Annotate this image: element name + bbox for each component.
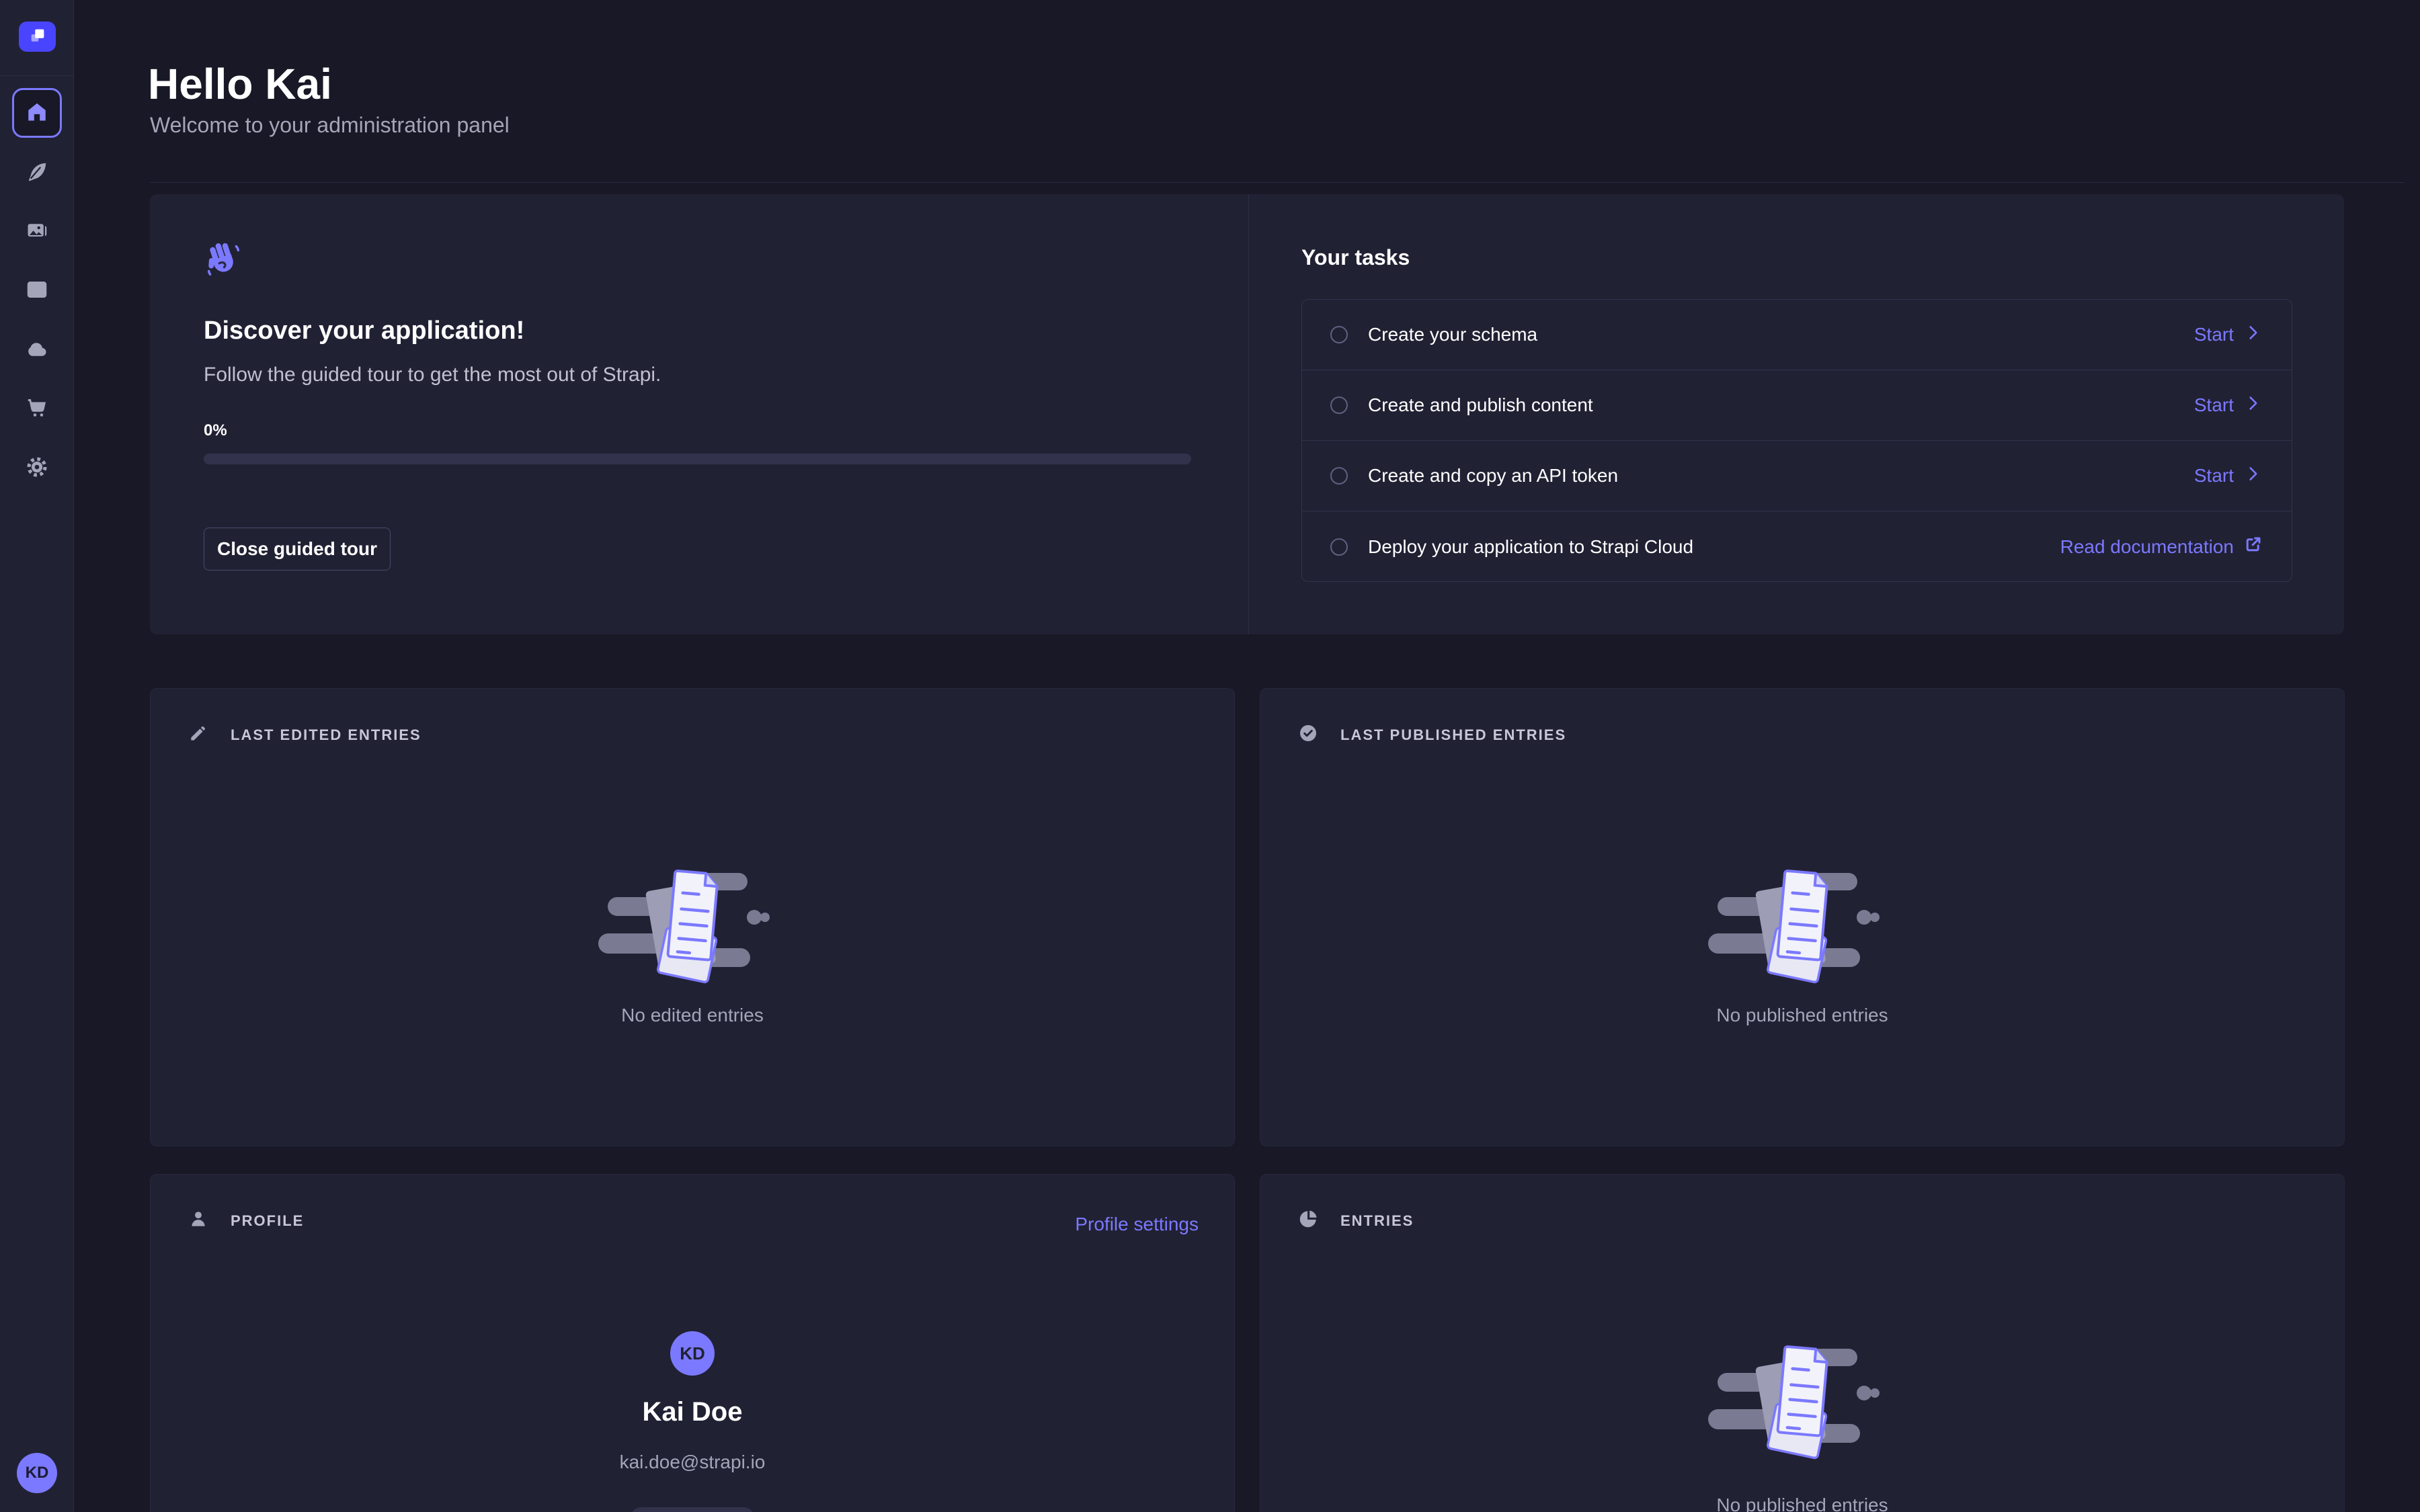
sidebar-item-settings[interactable]: [12, 443, 62, 493]
task-row[interactable]: Create and publish content Start: [1302, 370, 2292, 441]
guided-tour-panel: Discover your application! Follow the gu…: [150, 194, 2344, 634]
task-action-label: Start: [2194, 465, 2234, 487]
check-circle-icon: [1297, 722, 1319, 747]
widget-title: LAST PUBLISHED ENTRIES: [1340, 726, 1566, 744]
task-list: Create your schema Start Create and publ…: [1301, 299, 2292, 582]
task-label: Create and copy an API token: [1368, 465, 1618, 487]
empty-state-text: No published entries: [1260, 1005, 2344, 1026]
empty-documents-illustration: [598, 854, 787, 992]
cart-icon: [25, 396, 49, 422]
profile-widget: PROFILE Profile settings KD Kai Doe kai.…: [150, 1174, 1235, 1512]
progress-bar: [204, 454, 1191, 464]
profile-role-badge: [631, 1507, 754, 1512]
feather-icon: [25, 160, 49, 186]
task-action-label: Start: [2194, 324, 2234, 345]
page-title: Hello Kai: [148, 59, 332, 109]
task-radio[interactable]: [1330, 326, 1348, 343]
widget-title: PROFILE: [231, 1212, 304, 1230]
last-edited-entries-widget: LAST EDITED ENTRIES No: [150, 688, 1235, 1146]
empty-documents-illustration: [1708, 854, 1896, 992]
task-label: Deploy your application to Strapi Cloud: [1368, 536, 1693, 558]
images-icon: [25, 218, 49, 245]
task-start-link[interactable]: Start: [2194, 464, 2263, 489]
profile-email: kai.doe@strapi.io: [151, 1452, 1234, 1473]
widget-title: ENTRIES: [1340, 1212, 1414, 1230]
profile-name: Kai Doe: [151, 1397, 1234, 1427]
task-radio[interactable]: [1330, 396, 1348, 414]
profile-avatar: KD: [670, 1331, 715, 1376]
task-label: Create your schema: [1368, 324, 1537, 345]
page-subtitle: Welcome to your administration panel: [150, 113, 510, 138]
chevron-right-icon: [2243, 393, 2263, 418]
header-divider: [150, 182, 2405, 183]
guided-tour-title: Discover your application!: [204, 317, 524, 345]
strapi-logo[interactable]: [19, 22, 56, 52]
sidebar: KD: [0, 0, 74, 1512]
task-radio[interactable]: [1330, 538, 1348, 556]
empty-documents-illustration: [1708, 1330, 1896, 1468]
empty-state-text: No edited entries: [151, 1005, 1234, 1026]
gear-icon: [25, 455, 49, 481]
sidebar-item-content-manager[interactable]: [12, 265, 62, 315]
progress-label: 0%: [204, 421, 227, 440]
pie-chart-icon: [1297, 1208, 1319, 1233]
task-label: Create and publish content: [1368, 394, 1593, 416]
home-icon: [25, 100, 49, 126]
task-radio[interactable]: [1330, 467, 1348, 485]
sidebar-item-content-type-builder[interactable]: [12, 148, 62, 198]
sidebar-item-marketplace[interactable]: [12, 384, 62, 433]
task-start-link[interactable]: Start: [2194, 393, 2263, 418]
user-icon: [188, 1208, 209, 1233]
task-action-label: Read documentation: [2060, 536, 2234, 558]
pencil-icon: [188, 722, 209, 747]
chevron-right-icon: [2243, 464, 2263, 489]
widget-title: LAST EDITED ENTRIES: [231, 726, 421, 744]
entries-widget: ENTRIES No published en: [1260, 1174, 2345, 1512]
cloud-icon: [25, 337, 49, 364]
sidebar-divider: [0, 75, 74, 76]
task-row[interactable]: Deploy your application to Strapi Cloud …: [1302, 511, 2292, 582]
profile-settings-link[interactable]: Profile settings: [1075, 1214, 1199, 1235]
sidebar-item-cloud[interactable]: [12, 325, 62, 375]
task-row[interactable]: Create and copy an API token Start: [1302, 441, 2292, 511]
read-documentation-link[interactable]: Read documentation: [2060, 534, 2263, 559]
empty-state-text: No published entries: [1260, 1495, 2344, 1512]
chevron-right-icon: [2243, 323, 2263, 347]
strapi-logo-icon: [28, 26, 48, 48]
close-guided-tour-button[interactable]: Close guided tour: [204, 528, 391, 571]
task-action-label: Start: [2194, 394, 2234, 416]
panel-vertical-divider: [1248, 194, 1249, 634]
wave-hand-icon: [202, 239, 244, 280]
sidebar-item-home[interactable]: [12, 88, 62, 138]
tasks-title: Your tasks: [1301, 245, 1410, 270]
sidebar-item-media-library[interactable]: [12, 206, 62, 256]
last-published-entries-widget: LAST PUBLISHED ENTRIES: [1260, 688, 2345, 1146]
strapi-admin-dashboard: KD Hello Kai Welcome to your administrat…: [0, 0, 2420, 1512]
guided-tour-subtitle: Follow the guided tour to get the most o…: [204, 364, 661, 386]
user-avatar[interactable]: KD: [17, 1453, 57, 1493]
layout-icon: [25, 278, 49, 304]
task-start-link[interactable]: Start: [2194, 323, 2263, 347]
external-link-icon: [2243, 534, 2263, 559]
task-row[interactable]: Create your schema Start: [1302, 300, 2292, 370]
